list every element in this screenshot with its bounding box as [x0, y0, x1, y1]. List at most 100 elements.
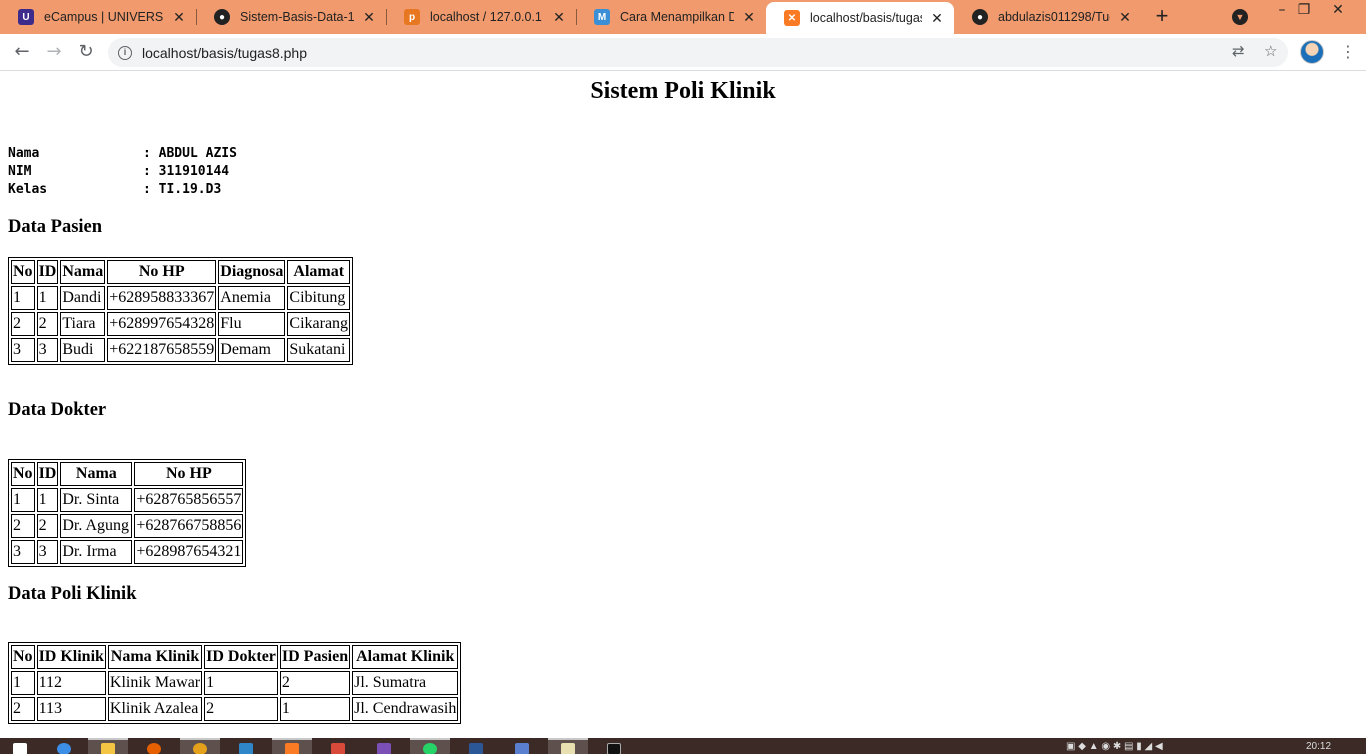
university-icon: U: [18, 9, 34, 25]
table-cell: 1: [36, 286, 59, 310]
network-icon: [239, 743, 253, 754]
column-header: Alamat: [287, 260, 351, 284]
tab-strip: U eCampus | UNIVERSITA ✕ ● Sistem-Basis-…: [0, 0, 1366, 34]
chrome-taskbar-icon[interactable]: [180, 738, 220, 754]
close-tab-icon[interactable]: ✕: [172, 9, 186, 26]
xampp-taskbar-icon[interactable]: [272, 738, 312, 754]
browser-tab[interactable]: U eCampus | UNIVERSITA ✕: [0, 0, 196, 34]
windows-start-icon[interactable]: [0, 740, 40, 754]
table-row: 1 112 Klinik Mawar 1 2 Jl. Sumatra: [11, 671, 459, 695]
identity-value: : ABDUL AZIS: [143, 146, 237, 161]
profile-avatar[interactable]: [1300, 40, 1324, 64]
site-info-icon[interactable]: i: [118, 45, 132, 60]
table-cell: Dr. Agung: [60, 514, 133, 538]
column-header: No: [11, 462, 35, 486]
m-icon: M: [594, 9, 610, 25]
reload-icon[interactable]: ↻: [74, 41, 98, 65]
identity-label: NIM: [8, 164, 32, 179]
table-cell: Klinik Mawar: [107, 671, 203, 695]
table-cell: 2: [279, 671, 351, 695]
table-cell: 2: [36, 514, 59, 538]
table-cell: 113: [36, 697, 106, 721]
pasien-table: No ID Nama No HP Diagnosa Alamat 1 1 Dan…: [8, 257, 354, 365]
tab-title: eCampus | UNIVERSITA: [44, 10, 164, 24]
forward-arrow-icon[interactable]: →: [42, 41, 66, 65]
tab-title: Sistem-Basis-Data-19.B: [240, 10, 354, 24]
table-cell: Budi: [60, 338, 106, 362]
bookmark-star-icon[interactable]: ☆: [1264, 42, 1277, 60]
column-header: No: [11, 645, 35, 669]
taskbar-clock[interactable]: 20:12: [1306, 741, 1331, 752]
browser-tab-active[interactable]: ✕ localhost/basis/tugas8. ✕: [766, 2, 954, 34]
menu-kebab-icon[interactable]: ⋮: [1340, 42, 1356, 61]
word-taskbar-icon[interactable]: [456, 740, 496, 754]
table-cell: 2: [36, 312, 59, 336]
github-icon: ●: [972, 9, 988, 25]
terminal-icon: [607, 743, 621, 754]
new-tab-icon[interactable]: +: [1150, 5, 1174, 28]
close-tab-icon[interactable]: ✕: [930, 10, 944, 27]
visualstudio-taskbar-icon[interactable]: [364, 740, 404, 754]
notepad-taskbar-icon[interactable]: [548, 738, 588, 754]
firefox-icon: [147, 743, 161, 754]
table-row: 2 2 Dr. Agung +628766758856: [11, 514, 244, 538]
back-arrow-icon[interactable]: ←: [10, 41, 34, 65]
tab-title: localhost/basis/tugas8.: [810, 11, 922, 25]
browser-tab[interactable]: ● abdulazis011298/Tugas ✕: [954, 0, 1142, 34]
close-tab-icon[interactable]: ✕: [1118, 9, 1132, 26]
tab-title: Cara Menampilkan Data: [620, 10, 734, 24]
app-icon: [515, 743, 529, 754]
table-cell: 2: [11, 514, 35, 538]
table-cell: Dandi: [60, 286, 106, 310]
table-row: 3 3 Dr. Irma +628987654321: [11, 540, 244, 564]
tab-search-icon[interactable]: ▼: [1232, 9, 1248, 25]
close-tab-icon[interactable]: ✕: [362, 9, 376, 26]
table-cell: +628766758856: [134, 514, 244, 538]
chrome-icon: [193, 743, 207, 754]
translate-icon[interactable]: ⇄: [1232, 42, 1245, 60]
edge-taskbar-icon[interactable]: [44, 740, 84, 754]
address-url[interactable]: localhost/basis/tugas8.php: [142, 45, 307, 61]
tab-title: localhost / 127.0.0.1 / a: [430, 10, 544, 24]
table-cell: 3: [11, 540, 35, 564]
table-cell: Klinik Azalea: [107, 697, 203, 721]
table-cell: Jl. Cendrawasih: [352, 697, 459, 721]
cmd-taskbar-icon[interactable]: [594, 740, 634, 754]
column-header: Nama: [60, 260, 106, 284]
visualstudio-icon: [377, 743, 391, 754]
table-row: 1 1 Dr. Sinta +628765856557: [11, 488, 244, 512]
firefox-taskbar-icon[interactable]: [134, 740, 174, 754]
table-header-row: No ID Nama No HP: [11, 462, 244, 486]
close-window-icon[interactable]: ✕: [1318, 0, 1358, 22]
network-taskbar-icon[interactable]: [226, 740, 266, 754]
column-header: ID Dokter: [204, 645, 278, 669]
notepad-icon: [561, 743, 575, 754]
app-taskbar-icon[interactable]: [318, 740, 358, 754]
student-identity: Nama: ABDUL AZIS NIM: 311910144 Kelas: T…: [8, 145, 237, 199]
address-bar[interactable]: i localhost/basis/tugas8.php: [108, 38, 1288, 67]
table-cell: Demam: [218, 338, 286, 362]
close-tab-icon[interactable]: ✕: [742, 9, 756, 26]
table-cell: 2: [204, 697, 278, 721]
table-cell: +628997654328: [107, 312, 217, 336]
table-cell: 1: [36, 488, 59, 512]
browser-tab[interactable]: p localhost / 127.0.0.1 / a ✕: [386, 0, 576, 34]
vs2-taskbar-icon[interactable]: [502, 740, 542, 754]
edge-icon: [57, 743, 71, 754]
browser-toolbar: ← → ↻ i localhost/basis/tugas8.php ⇄ ☆ ⋮: [0, 34, 1366, 71]
whatsapp-taskbar-icon[interactable]: [410, 738, 450, 754]
table-header-row: No ID Klinik Nama Klinik ID Dokter ID Pa…: [11, 645, 459, 669]
table-cell: Flu: [218, 312, 286, 336]
close-tab-icon[interactable]: ✕: [552, 9, 566, 26]
browser-tab[interactable]: ● Sistem-Basis-Data-19.B ✕: [196, 0, 386, 34]
table-header-row: No ID Nama No HP Diagnosa Alamat: [11, 260, 351, 284]
poli-table: No ID Klinik Nama Klinik ID Dokter ID Pa…: [8, 642, 462, 724]
table-cell: 1: [279, 697, 351, 721]
explorer-taskbar-icon[interactable]: [88, 738, 128, 754]
identity-label: Kelas: [8, 182, 48, 197]
column-header: ID Klinik: [36, 645, 106, 669]
poli-heading: Data Poli Klinik: [8, 584, 137, 604]
folder-icon: [101, 743, 115, 754]
column-header: ID: [36, 260, 59, 284]
browser-tab[interactable]: M Cara Menampilkan Data ✕: [576, 0, 766, 34]
